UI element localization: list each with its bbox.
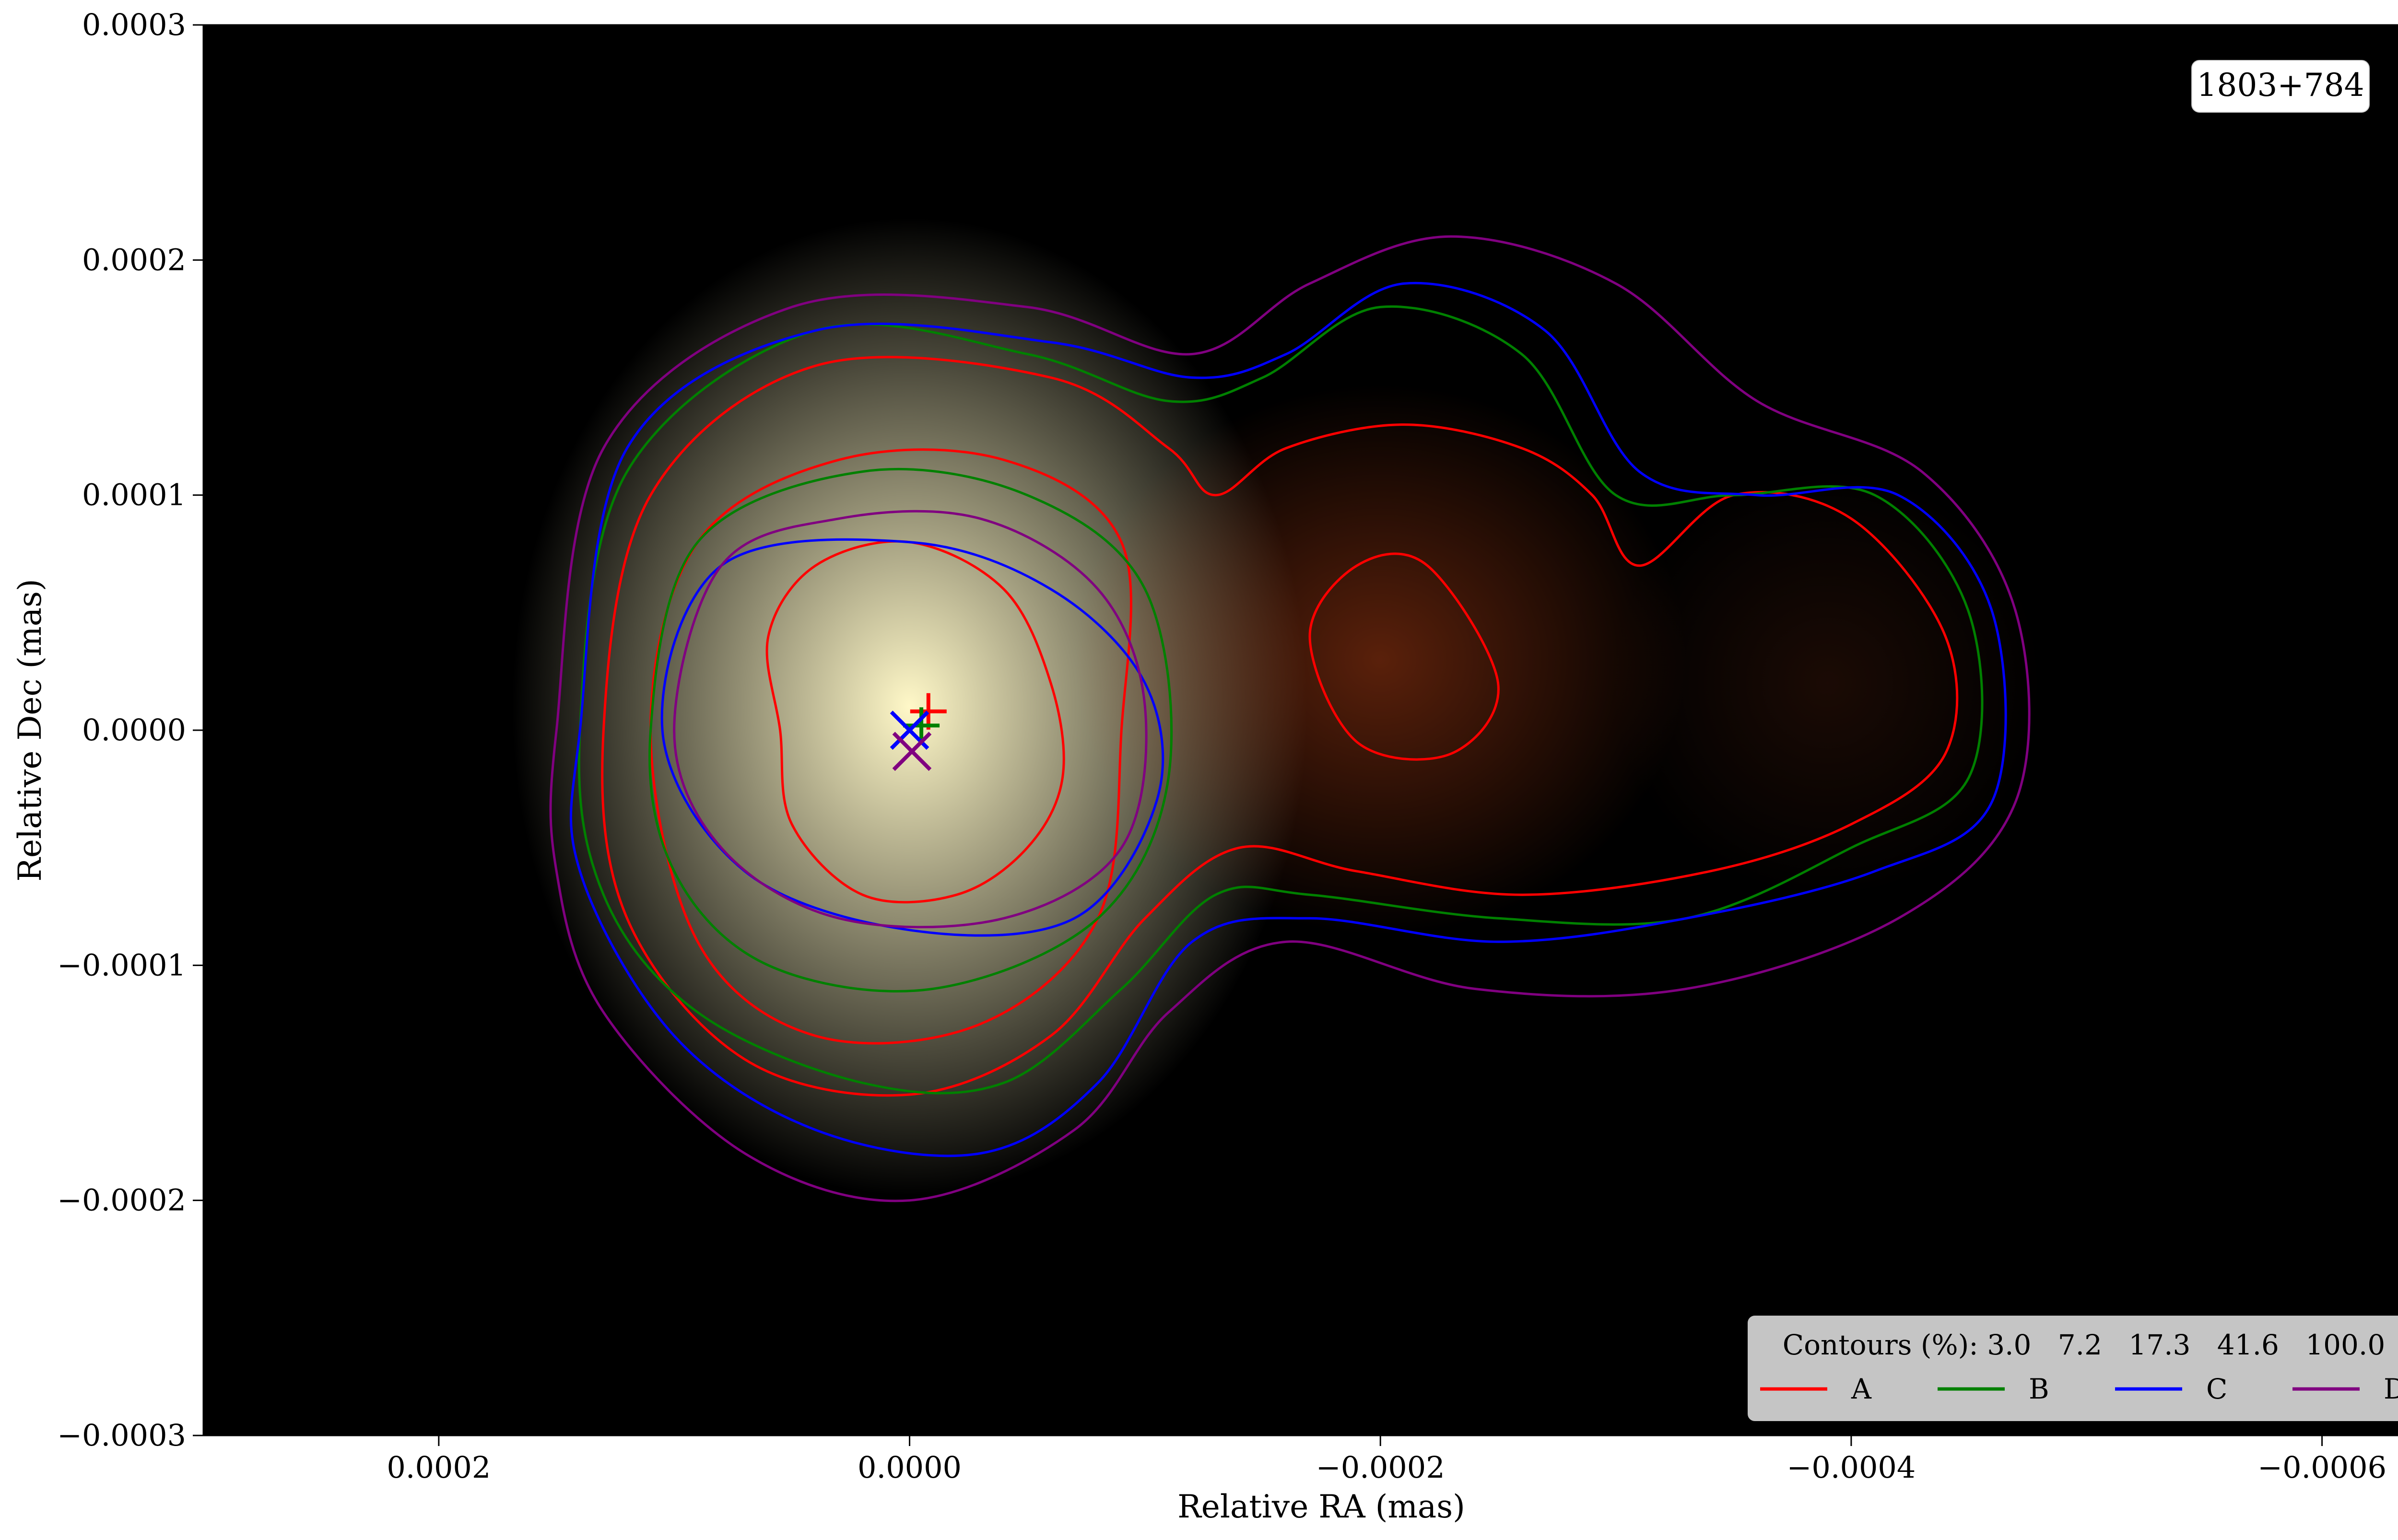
source-badge-label: 1803+784 [2197,67,2364,104]
y-tick-label-4: 0.0000 [82,712,186,747]
x-tick-label-4: −0.0004 [1787,1450,1916,1485]
y-tick-label-3: 0.0001 [82,478,186,513]
x-tick-label-2: 0.0000 [858,1450,962,1485]
y-axis-ticks: 0.0003 0.0002 0.0001 0.0000 −0.0001 −0.0002 −0… [57,7,203,1453]
legend-title: Contours (%): 3.0 7.2 17.3 41.6 100.0 [1783,1329,2386,1361]
legend: Contours (%): 3.0 7.2 17.3 41.6 100.0 A B… [1748,1316,2398,1421]
x-tick-label-3: −0.0002 [1316,1450,1445,1485]
x-axis-label: Relative RA (mas) [1177,1488,1465,1525]
contour-chart: 0.0002 0.0000 −0.0002 −0.0004 −0.0006 0.0003… [12,7,2398,1525]
y-tick-label-7: −0.0003 [57,1418,186,1453]
y-axis-label: Relative Dec (mas) [12,579,48,881]
x-tick-label-5: −0.0006 [2257,1450,2386,1485]
x-tick-label-1: 0.0002 [387,1450,491,1485]
y-tick-label-5: −0.0001 [57,947,186,982]
y-tick-label-2: 0.0002 [82,242,186,277]
legend-label-d: D [2384,1373,2398,1405]
y-tick-label-1: 0.0003 [82,7,186,42]
legend-label-a: A [1851,1373,1872,1405]
source-badge: 1803+784 [2191,60,2370,113]
legend-label-b: B [2029,1373,2049,1405]
legend-label-c: C [2206,1373,2227,1405]
y-tick-label-6: −0.0002 [57,1183,186,1218]
x-axis-ticks: 0.0002 0.0000 −0.0002 −0.0004 −0.0006 [387,1435,2386,1485]
